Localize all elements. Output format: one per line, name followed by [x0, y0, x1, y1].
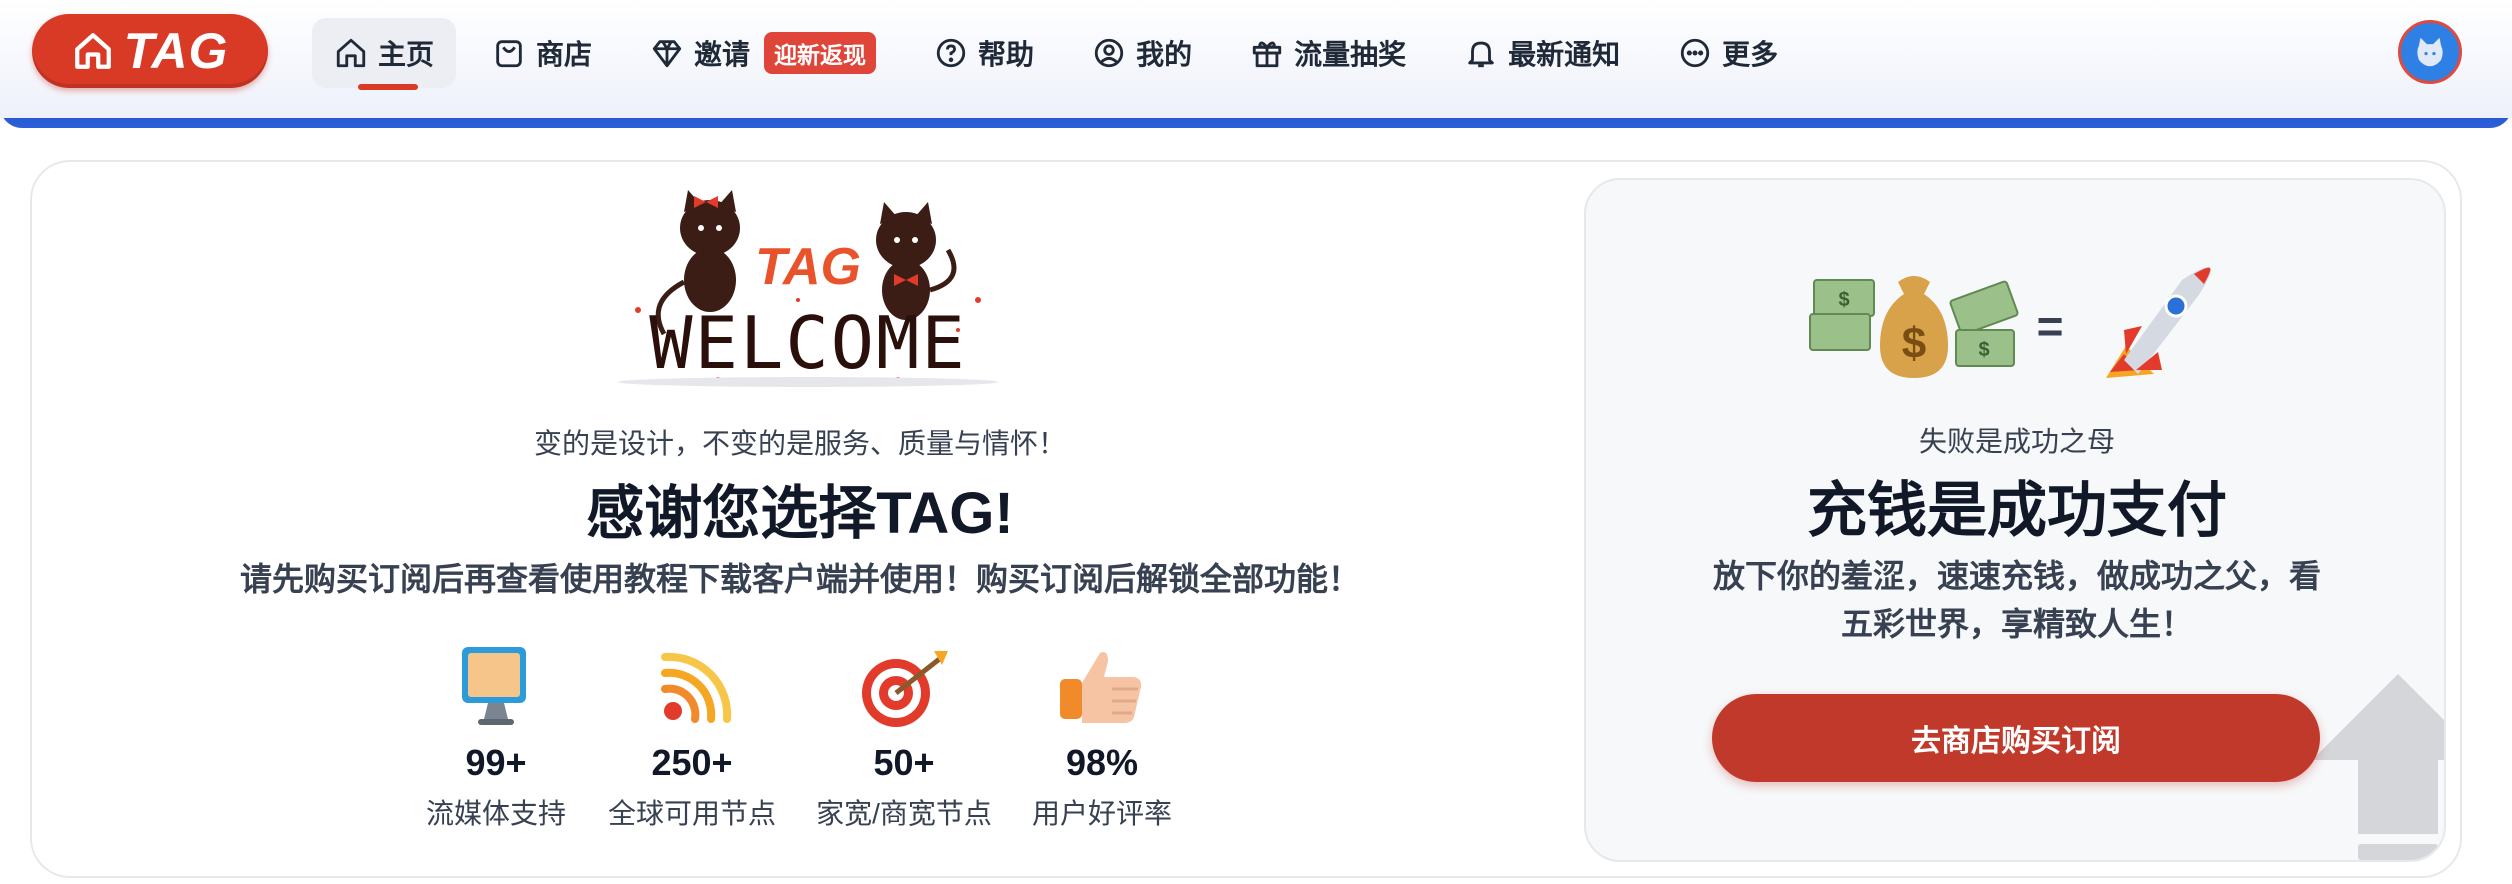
diamond-icon — [652, 40, 682, 68]
help-circle-icon — [936, 38, 966, 68]
svg-text:$: $ — [1978, 339, 1989, 361]
stat-value: 250+ — [651, 742, 733, 783]
nav-item-traffic-lottery[interactable]: 流量抽奖 — [1228, 18, 1428, 88]
stat-value: 50+ — [873, 742, 935, 783]
nav-item-more[interactable]: 更多 — [1656, 18, 1800, 88]
home-icon — [74, 33, 111, 69]
monitor-icon — [462, 647, 526, 725]
shopping-bag-icon — [496, 40, 522, 68]
home-icon — [336, 38, 366, 68]
svg-text:TAG: TAG — [755, 238, 861, 296]
promo-subtitle: 失败是成功之母 — [1918, 426, 2115, 457]
active-indicator — [358, 84, 418, 90]
more-icon — [1680, 38, 1710, 68]
go-to-store-button[interactable]: 去商店购买订阅 — [1712, 694, 2320, 782]
nav-item-label: 主页 — [378, 39, 435, 70]
stat-label: 全球可用节点 — [607, 798, 776, 829]
stat-residential-nodes: 50+ 家宽/商宽节点 — [804, 638, 1004, 832]
nav-item-label: 最新通知 — [1508, 39, 1621, 70]
welcome-subtitle: 变的是设计，不变的是服务、质量与情怀！ — [533, 428, 1066, 459]
logo-home-button[interactable]: TAG — [32, 14, 268, 88]
gift-icon — [1252, 41, 1282, 68]
arrow-up-icon — [2312, 674, 2444, 860]
top-navigation-bar: TAG 主页 商店 邀请 迎新返现 帮助 我的 流量抽奖 最新通知 更多 — [0, 0, 2512, 118]
nav-item-label: 商店 — [536, 39, 593, 70]
nav-item-notifications[interactable]: 最新通知 — [1442, 18, 1642, 88]
nav-item-invite[interactable]: 邀请 迎新返现 — [628, 18, 898, 88]
svg-text:$: $ — [1902, 319, 1926, 368]
logo-text: TAG — [123, 23, 229, 79]
welcome-section: TAG WELCOME 变的是设计，不变的是服务、质量与情怀！ 感谢您选择TAG… — [30, 160, 1570, 878]
new-user-cashback-badge: 迎新返现 — [764, 32, 877, 74]
stat-streaming: 99+ 流媒体支持 — [396, 638, 596, 832]
stat-value: 98% — [1065, 742, 1139, 783]
promo-description: 放下你的羞涩，速速充钱，做成功之父，看五彩世界，享精致人生！ — [1712, 558, 2321, 642]
nav-item-help[interactable]: 帮助 — [912, 18, 1056, 88]
stat-label: 用户好评率 — [1031, 798, 1172, 829]
svg-text:$: $ — [1838, 289, 1849, 311]
stat-label: 家宽/商宽节点 — [816, 798, 992, 829]
rocket-icon — [2106, 267, 2211, 378]
welcome-illustration: TAG WELCOME — [618, 190, 998, 387]
thumbs-up-icon — [1060, 652, 1142, 723]
nav-item-label: 我的 — [1136, 39, 1193, 70]
cat-avatar-icon — [2417, 37, 2443, 67]
stat-global-nodes: 250+ 全球可用节点 — [592, 638, 792, 832]
feature-stats: 99+ 流媒体支持 250+ 全球可用节点 50+ 家宽/商宽节点 98% 用户… — [30, 638, 1570, 858]
nav-item-label: 更多 — [1722, 39, 1779, 70]
svg-text:WELCOME: WELCOME — [649, 301, 966, 385]
welcome-headline: 感谢您选择TAG! — [586, 481, 1014, 546]
nav-item-label: 流量抽奖 — [1294, 39, 1407, 70]
nav-item-label: 邀请 — [694, 39, 751, 70]
money-equals-rocket-illustration: $ $ $ = — [1809, 267, 2211, 378]
user-avatar[interactable] — [2398, 20, 2462, 84]
svg-text:=: = — [2037, 300, 2064, 352]
money-bag-icon: $ $ $ — [1809, 276, 2019, 378]
stat-user-rating: 98% 用户好评率 — [1002, 638, 1202, 832]
promo-panel: $ $ $ = 失败是成功之母 充钱是成功支付 放下你的羞涩，速速充钱，做成功之… — [1584, 178, 2446, 862]
nav-item-store[interactable]: 商店 — [470, 18, 614, 88]
stat-label: 流媒体支持 — [425, 798, 566, 829]
main-nav: 主页 商店 邀请 迎新返现 帮助 我的 流量抽奖 最新通知 更多 — [312, 18, 1814, 90]
target-icon — [862, 651, 948, 727]
nav-item-label: 帮助 — [978, 39, 1035, 70]
user-icon — [1094, 38, 1124, 68]
stat-value: 99+ — [465, 742, 527, 783]
wifi-icon — [661, 652, 732, 723]
nav-item-profile[interactable]: 我的 — [1070, 18, 1214, 88]
nav-item-home[interactable]: 主页 — [312, 18, 457, 90]
promo-headline: 充钱是成功支付 — [1807, 477, 2227, 544]
bell-icon — [1468, 41, 1494, 68]
welcome-description: 请先购买订阅后再查看使用教程下载客户端并使用！购买订阅后解锁全部功能！ — [239, 561, 1360, 597]
